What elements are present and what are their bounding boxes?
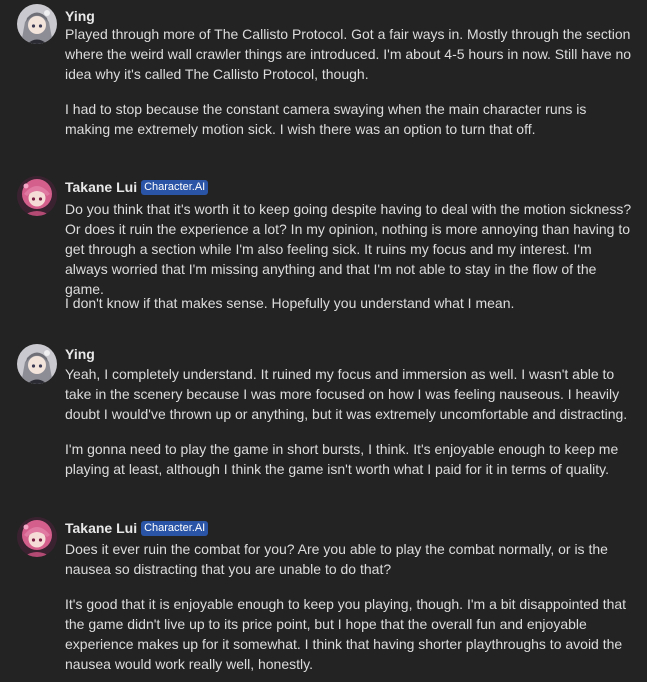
message-paragraph: Does it ever ruin the combat for you? Ar… (65, 541, 608, 577)
message-paragraph: I had to stop because the constant camer… (65, 101, 587, 137)
takane-lui-avatar-icon[interactable] (17, 176, 57, 216)
message-paragraph: I don't know if that makes sense. Hopefu… (65, 295, 515, 311)
message-header: Ying (65, 6, 95, 26)
message-paragraph: Yeah, I completely understand. It ruined… (65, 366, 628, 422)
message-paragraph: I'm gonna need to play the game in short… (65, 441, 619, 477)
message-paragraph: Played through more of The Callisto Prot… (65, 26, 632, 82)
author-name[interactable]: Takane Lui (65, 179, 137, 195)
ying-avatar-icon[interactable] (17, 344, 57, 384)
message-header: Ying (65, 344, 95, 364)
author-name[interactable]: Takane Lui (65, 520, 137, 536)
message-takane-lui-1: Takane Lui Character.AI Do you think tha… (0, 170, 647, 340)
character-ai-badge: Character.AI (141, 179, 209, 195)
ying-avatar-icon[interactable] (17, 4, 57, 44)
character-ai-badge: Character.AI (141, 520, 209, 536)
chat-log: Ying Played through more of The Callisto… (0, 0, 647, 682)
author-name[interactable]: Ying (65, 8, 95, 24)
message-takane-lui-2: Takane Lui Character.AI Does it ever rui… (0, 512, 647, 682)
message-header: Takane Lui Character.AI (65, 518, 209, 538)
author-name[interactable]: Ying (65, 346, 95, 362)
message-ying-2: Ying Yeah, I completely understand. It r… (0, 340, 647, 490)
takane-lui-avatar-icon[interactable] (17, 517, 57, 557)
message-paragraph: It's good that it is enjoyable enough to… (65, 596, 627, 672)
message-ying-1: Ying Played through more of The Callisto… (0, 0, 647, 150)
message-header: Takane Lui Character.AI (65, 177, 209, 197)
message-paragraph: Do you think that it's worth it to keep … (65, 201, 632, 297)
